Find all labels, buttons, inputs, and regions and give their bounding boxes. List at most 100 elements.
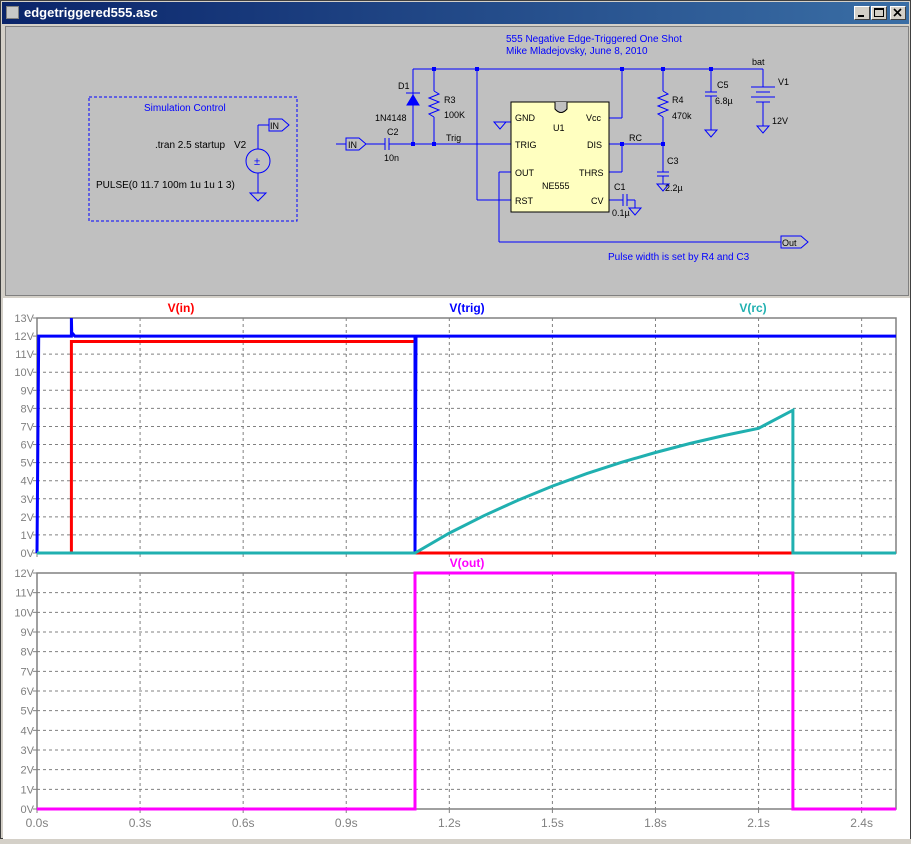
- minimize-button[interactable]: [854, 6, 870, 20]
- v1-name: V1: [778, 77, 789, 87]
- v2-polarity-icon: ±: [254, 156, 260, 168]
- y-tick-label: 4V: [21, 476, 35, 488]
- pin-out: OUT: [515, 168, 535, 178]
- c1-name: C1: [614, 182, 626, 192]
- maximize-icon: [874, 8, 884, 17]
- pin-dis: DIS: [587, 140, 602, 150]
- sim-directive: .tran 2.5 startup: [155, 140, 225, 151]
- y-tick-label: 0V: [21, 548, 35, 560]
- y-tick-label: 11V: [15, 588, 34, 600]
- x-tick-label: 2.4s: [850, 816, 873, 830]
- trace-vtrig[interactable]: [35, 317, 896, 554]
- app-window: edgetriggered555.asc 555 Negative Edge-T…: [0, 0, 911, 839]
- pin-rst: RST: [515, 196, 534, 206]
- x-tick-label: 0.6s: [232, 816, 255, 830]
- legend-vrc[interactable]: V(rc): [739, 301, 766, 315]
- maximize-button[interactable]: [871, 6, 887, 20]
- y-tick-label: 2V: [21, 765, 35, 777]
- x-tick-label: 0.0s: [26, 816, 49, 830]
- plot-frame: [36, 317, 897, 554]
- pin-gnd: GND: [515, 113, 536, 123]
- y-tick-label: 8V: [21, 647, 35, 659]
- v1-value: 12V: [772, 116, 788, 126]
- r3-resistor-symbol[interactable]: [427, 90, 441, 118]
- y-tick-label: 1V: [21, 784, 35, 796]
- y-tick-label: 7V: [21, 421, 35, 433]
- c5-name: C5: [717, 80, 729, 90]
- y-tick-label: 13V: [14, 313, 34, 325]
- c1-value: 0.1µ: [612, 208, 630, 218]
- simulation-control-box[interactable]: [88, 96, 298, 222]
- schematic-pane[interactable]: 555 Negative Edge-Triggered One Shot Mik…: [5, 26, 909, 296]
- u1-name: U1: [553, 123, 565, 133]
- x-tick-label: 1.5s: [541, 816, 564, 830]
- c3-value: 2.2µ: [665, 183, 683, 193]
- close-button[interactable]: [890, 6, 906, 20]
- pin-vcc: Vcc: [586, 113, 602, 123]
- schematic-title-line2: Mike Mladejovsky, June 8, 2010: [506, 46, 648, 57]
- pin-cv: CV: [591, 196, 604, 206]
- r3-name: R3: [444, 95, 456, 105]
- y-tick-label: 0V: [21, 804, 35, 816]
- c5-value: 6.8µ: [715, 96, 733, 106]
- schematic-title-line1: 555 Negative Edge-Triggered One Shot: [506, 34, 682, 45]
- x-tick-label: 1.8s: [644, 816, 667, 830]
- y-tick-label: 11V: [15, 349, 34, 361]
- close-icon: [893, 8, 902, 17]
- schematic-note: Pulse width is set by R4 and C3: [608, 252, 750, 263]
- c2-name: C2: [387, 127, 399, 137]
- x-tick-label: 1.2s: [438, 816, 461, 830]
- v2-name: V2: [234, 140, 247, 151]
- minimize-icon: [858, 15, 864, 17]
- legend-vtrig[interactable]: V(trig): [449, 301, 484, 315]
- y-tick-label: 5V: [21, 706, 35, 718]
- pin-trig: TRIG: [515, 140, 537, 150]
- y-tick-label: 12V: [14, 331, 34, 343]
- plot-pane-top[interactable]: 0V 1V 2V 3V 4V 5V 6V 7V 8V 9V 10V 11V 12V 13V V(in) V(t…: [14, 301, 897, 560]
- legend-vout[interactable]: V(out): [450, 556, 485, 570]
- bat-net-label: bat: [752, 57, 765, 67]
- c2-value: 10n: [384, 153, 399, 163]
- y-tick-label: 2V: [21, 512, 35, 524]
- y-tick-label: 8V: [21, 403, 35, 415]
- rc-net-label: RC: [629, 133, 642, 143]
- r4-value: 470k: [672, 111, 692, 121]
- r3-value: 100K: [444, 110, 465, 120]
- in-flag-1-label: IN: [270, 121, 279, 131]
- r4-resistor-symbol[interactable]: [656, 90, 670, 118]
- trace-vin[interactable]: [37, 340, 896, 555]
- out-flag-label: Out: [782, 238, 797, 248]
- waveform-pane[interactable]: 0V 1V 2V 3V 4V 5V 6V 7V 8V 9V 10V 11V 12V 13V V(in) V(t…: [3, 298, 910, 839]
- y-tick-label: 1V: [21, 530, 35, 542]
- r4-name: R4: [672, 95, 684, 105]
- legend-vin[interactable]: V(in): [168, 301, 195, 315]
- trace-vrc[interactable]: [37, 407, 896, 555]
- trig-net-label: Trig: [446, 133, 461, 143]
- y-tick-label: 10V: [14, 367, 34, 379]
- window-title: edgetriggered555.asc: [24, 5, 158, 20]
- y-tick-label: 10V: [14, 607, 34, 619]
- title-bar[interactable]: edgetriggered555.asc: [2, 2, 909, 24]
- y-tick-label: 12V: [14, 568, 34, 580]
- d1-value: 1N4148: [375, 113, 407, 123]
- sim-box-label: Simulation Control: [144, 103, 226, 114]
- y-tick-label: 9V: [21, 627, 35, 639]
- d1-diode-symbol[interactable]: [406, 94, 420, 106]
- v2-value: PULSE(0 11.7 100m 1u 1u 1 3): [96, 180, 235, 191]
- x-tick-label: 2.1s: [747, 816, 770, 830]
- pin-thrs: THRS: [579, 168, 604, 178]
- c3-name: C3: [667, 156, 679, 166]
- waveform-plot[interactable]: 0V 1V 2V 3V 4V 5V 6V 7V 8V 9V 10V 11V 12V 13V V(in) V(t…: [3, 298, 910, 839]
- y-tick-label: 5V: [21, 458, 35, 470]
- y-tick-label: 6V: [21, 440, 35, 452]
- y-tick-label: 3V: [21, 494, 35, 506]
- plot-pane-bottom[interactable]: 0V 1V 2V 3V 4V 5V 6V 7V 8V 9V 10V 11V 12V 0.0s 0.3s 0.6…: [14, 556, 897, 830]
- x-tick-label: 0.3s: [129, 816, 152, 830]
- in-flag-2-label: IN: [348, 140, 357, 150]
- y-tick-label: 3V: [21, 745, 35, 757]
- y-tick-label: 9V: [21, 385, 35, 397]
- d1-name: D1: [398, 81, 410, 91]
- y-tick-label: 6V: [21, 686, 35, 698]
- u1-part: NE555: [542, 181, 570, 191]
- y-tick-label: 7V: [21, 666, 35, 678]
